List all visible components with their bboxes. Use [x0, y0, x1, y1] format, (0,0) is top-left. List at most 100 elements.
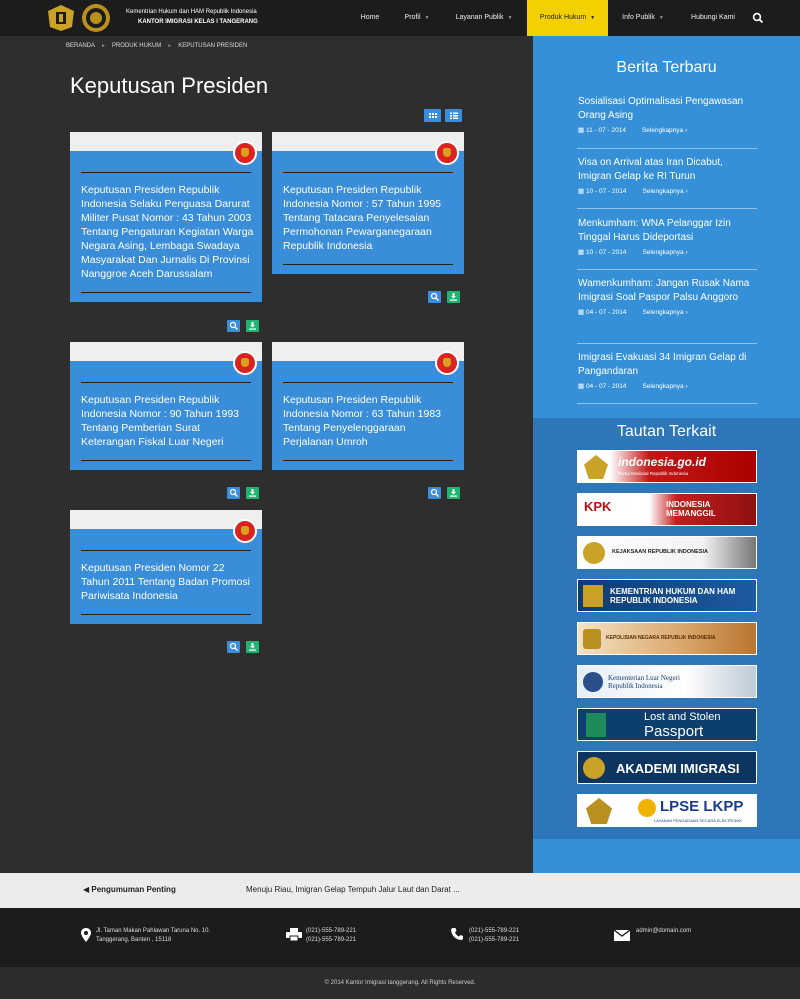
fax-icon: [286, 928, 302, 941]
footer: Jl. Taman Makan Pahlawan Taruna No. 10. T…: [0, 908, 800, 967]
news-title[interactable]: Imigrasi Evakuasi 34 Imigran Gelap di Pa…: [578, 351, 756, 379]
address-line-1: Jl. Taman Makan Pahlawan Taruna No. 10.: [96, 928, 211, 934]
nav-profil[interactable]: Profil ▼: [394, 0, 440, 36]
news-title[interactable]: Visa on Arrival atas Iran Dicabut, Imigr…: [578, 156, 756, 184]
document-title[interactable]: Keputusan Presiden Republik Indonesia Se…: [81, 183, 255, 281]
nav-info-publik[interactable]: Info Publik ▼: [612, 0, 674, 36]
news-item[interactable]: Imigrasi Evakuasi 34 Imigran Gelap di Pa…: [578, 351, 756, 390]
view-document-button[interactable]: [428, 291, 441, 303]
link-banner-lost-stolen-passport[interactable]: Lost and Stolen Passport: [577, 708, 757, 741]
link-banner-lpse-lkpp[interactable]: LPSE LKPP LAYANAN PENGADAAN SECARA ELEKT…: [577, 794, 757, 827]
kemenkumham-logo[interactable]: [44, 3, 78, 33]
link-sublabel: Portal Nasional Republik Indonesia: [618, 471, 689, 476]
grid-view-button[interactable]: [424, 109, 441, 122]
news-item[interactable]: Wamenkumham: Jangan Rusak Nama Imigrasi …: [578, 277, 756, 316]
document-title[interactable]: Keputusan Presiden Nomor 22 Tahun 2011 T…: [81, 561, 255, 603]
news-meta: ▦ 10 - 07 - 2014 Selengkapnya ›: [578, 248, 756, 256]
link-banner-kemenlu[interactable]: Kementerian Luar Negeri Republik Indones…: [577, 665, 757, 698]
link-banner-indonesia-go-id[interactable]: indonesia.go.id Portal Nasional Republik…: [577, 450, 757, 483]
nav-produk-hukum[interactable]: Produk Hukum ▼: [527, 0, 608, 36]
nav-profil-label: Profil: [404, 14, 421, 21]
link-label: Lost and Stolen: [644, 711, 721, 723]
divider: [81, 550, 251, 551]
address-line-2: Tanggerang, Banten , 15118: [96, 937, 172, 943]
news-date: 04 - 07 - 2014: [585, 383, 627, 390]
download-document-button[interactable]: [246, 641, 259, 653]
download-document-button[interactable]: [246, 487, 259, 499]
news-date: 10 - 07 - 2014: [585, 188, 627, 195]
news-item[interactable]: Menkumham: WNA Pelanggar Izin Tinggal Ha…: [578, 217, 756, 256]
document-card[interactable]: Keputusan Presiden Republik Indonesia No…: [272, 342, 464, 470]
link-banner-kemenkumham[interactable]: KEMENTRIAN HUKUM DAN HAM REPUBLIK INDONE…: [577, 579, 757, 612]
news-section-title: Berita Terbaru: [616, 59, 717, 76]
link-label: Kementerian Luar Negeri Republik Indones…: [608, 674, 680, 690]
imigrasi-logo[interactable]: [80, 2, 112, 34]
download-icon: [249, 643, 256, 651]
nav-hubungi-label: Hubungi Kami: [691, 14, 735, 21]
document-title[interactable]: Keputusan Presiden Republik Indonesia No…: [81, 393, 255, 449]
news-title[interactable]: Wamenkumham: Jangan Rusak Nama Imigrasi …: [578, 277, 756, 305]
link-banner-kepolisian[interactable]: KEPOLISIAN NEGARA REPUBLIK INDONESIA: [577, 622, 757, 655]
news-item[interactable]: Visa on Arrival atas Iran Dicabut, Imigr…: [578, 156, 756, 195]
view-document-button[interactable]: [428, 487, 441, 499]
link-banner-kejaksaan[interactable]: KEJAKSAAN REPUBLIK INDONESIA: [577, 536, 757, 569]
calendar-icon: ▦ 11 - 07 - 2014: [578, 127, 626, 134]
read-more-link[interactable]: Selengkapnya ›: [642, 309, 687, 316]
read-more-link[interactable]: Selengkapnya ›: [642, 127, 687, 134]
related-links-title: Tautan Terkait: [616, 423, 717, 440]
divider: [577, 208, 757, 209]
footer-email[interactable]: admin@domain.com: [636, 927, 691, 936]
footer-address: Jl. Taman Makan Pahlawan Taruna No. 10. T…: [96, 927, 210, 945]
nav-home[interactable]: Home: [348, 0, 392, 36]
document-title[interactable]: Keputusan Presiden Republik Indonesia No…: [283, 393, 457, 449]
document-card[interactable]: Keputusan Presiden Republik Indonesia No…: [70, 342, 262, 470]
announcement-text[interactable]: Menuju Riau, Imigran Gelap Tempuh Jalur …: [246, 885, 460, 894]
document-title[interactable]: Keputusan Presiden Republik Indonesia No…: [283, 183, 457, 253]
search-icon[interactable]: [752, 12, 764, 24]
list-icon: [450, 112, 458, 119]
footer-fax: (021)-555-789-221 (021)-555-789-221: [306, 927, 356, 945]
divider: [577, 148, 757, 149]
news-meta: ▦ 04 - 07 - 2014 Selengkapnya ›: [578, 308, 756, 316]
chevron-down-icon: ▼: [658, 15, 664, 21]
chevron-down-icon: ▼: [507, 15, 513, 21]
nav-hubungi-kami[interactable]: Hubungi Kami: [683, 0, 743, 36]
download-icon: [249, 322, 256, 330]
download-document-button[interactable]: [246, 320, 259, 332]
document-card[interactable]: Keputusan Presiden Republik Indonesia No…: [272, 132, 464, 274]
download-icon: [450, 489, 457, 497]
download-document-button[interactable]: [447, 291, 460, 303]
news-item[interactable]: Sosialisasi Optimalisasi Pengawasan Oran…: [578, 95, 756, 134]
nav-layanan-publik[interactable]: Layanan Publik ▼: [446, 0, 522, 36]
breadcrumb-home[interactable]: BERANDA: [66, 43, 95, 49]
document-card[interactable]: Keputusan Presiden Republik Indonesia Se…: [70, 132, 262, 302]
sidebar: Berita Terbaru Sosialisasi Optimalisasi …: [533, 36, 800, 873]
garuda-emblem-icon: [233, 351, 257, 375]
view-document-button[interactable]: [227, 487, 240, 499]
map-marker-icon: [81, 928, 91, 942]
link-label: KEMENTRIAN HUKUM DAN HAM REPUBLIK INDONE…: [610, 587, 736, 605]
grid-icon: [429, 113, 437, 118]
kemenlu-logo-icon: [583, 672, 603, 692]
link-banner-akademi-imigrasi[interactable]: AKADEMI IMIGRASI: [577, 751, 757, 784]
list-view-button[interactable]: [445, 109, 462, 122]
breadcrumb-produk-hukum[interactable]: PRODUK HUKUM: [112, 43, 161, 49]
news-meta: ▦ 10 - 07 - 2014 Selengkapnya ›: [578, 187, 756, 195]
copyright: © 2014 Kantor Imigrasi tanggerang. All R…: [0, 967, 800, 999]
document-card[interactable]: Keputusan Presiden Nomor 22 Tahun 2011 T…: [70, 510, 262, 624]
link-banner-kpk[interactable]: KPK INDONESIA MEMANGGIL: [577, 493, 757, 526]
calendar-icon: ▦ 10 - 07 - 2014: [578, 188, 627, 195]
link-sublabel: INDONESIA MEMANGGIL: [666, 500, 716, 518]
read-more-link[interactable]: Selengkapnya ›: [642, 188, 687, 195]
news-title[interactable]: Sosialisasi Optimalisasi Pengawasan Oran…: [578, 95, 756, 123]
link-label: KEPOLISIAN NEGARA REPUBLIK INDONESIA: [606, 635, 716, 641]
divider: [81, 460, 251, 461]
garuda-logo-icon: [584, 455, 608, 479]
download-document-button[interactable]: [447, 487, 460, 499]
view-document-button[interactable]: [227, 641, 240, 653]
read-more-link[interactable]: Selengkapnya ›: [642, 249, 687, 256]
news-title[interactable]: Menkumham: WNA Pelanggar Izin Tinggal Ha…: [578, 217, 756, 245]
view-document-button[interactable]: [227, 320, 240, 332]
divider: [577, 403, 757, 404]
read-more-link[interactable]: Selengkapnya ›: [642, 383, 687, 390]
